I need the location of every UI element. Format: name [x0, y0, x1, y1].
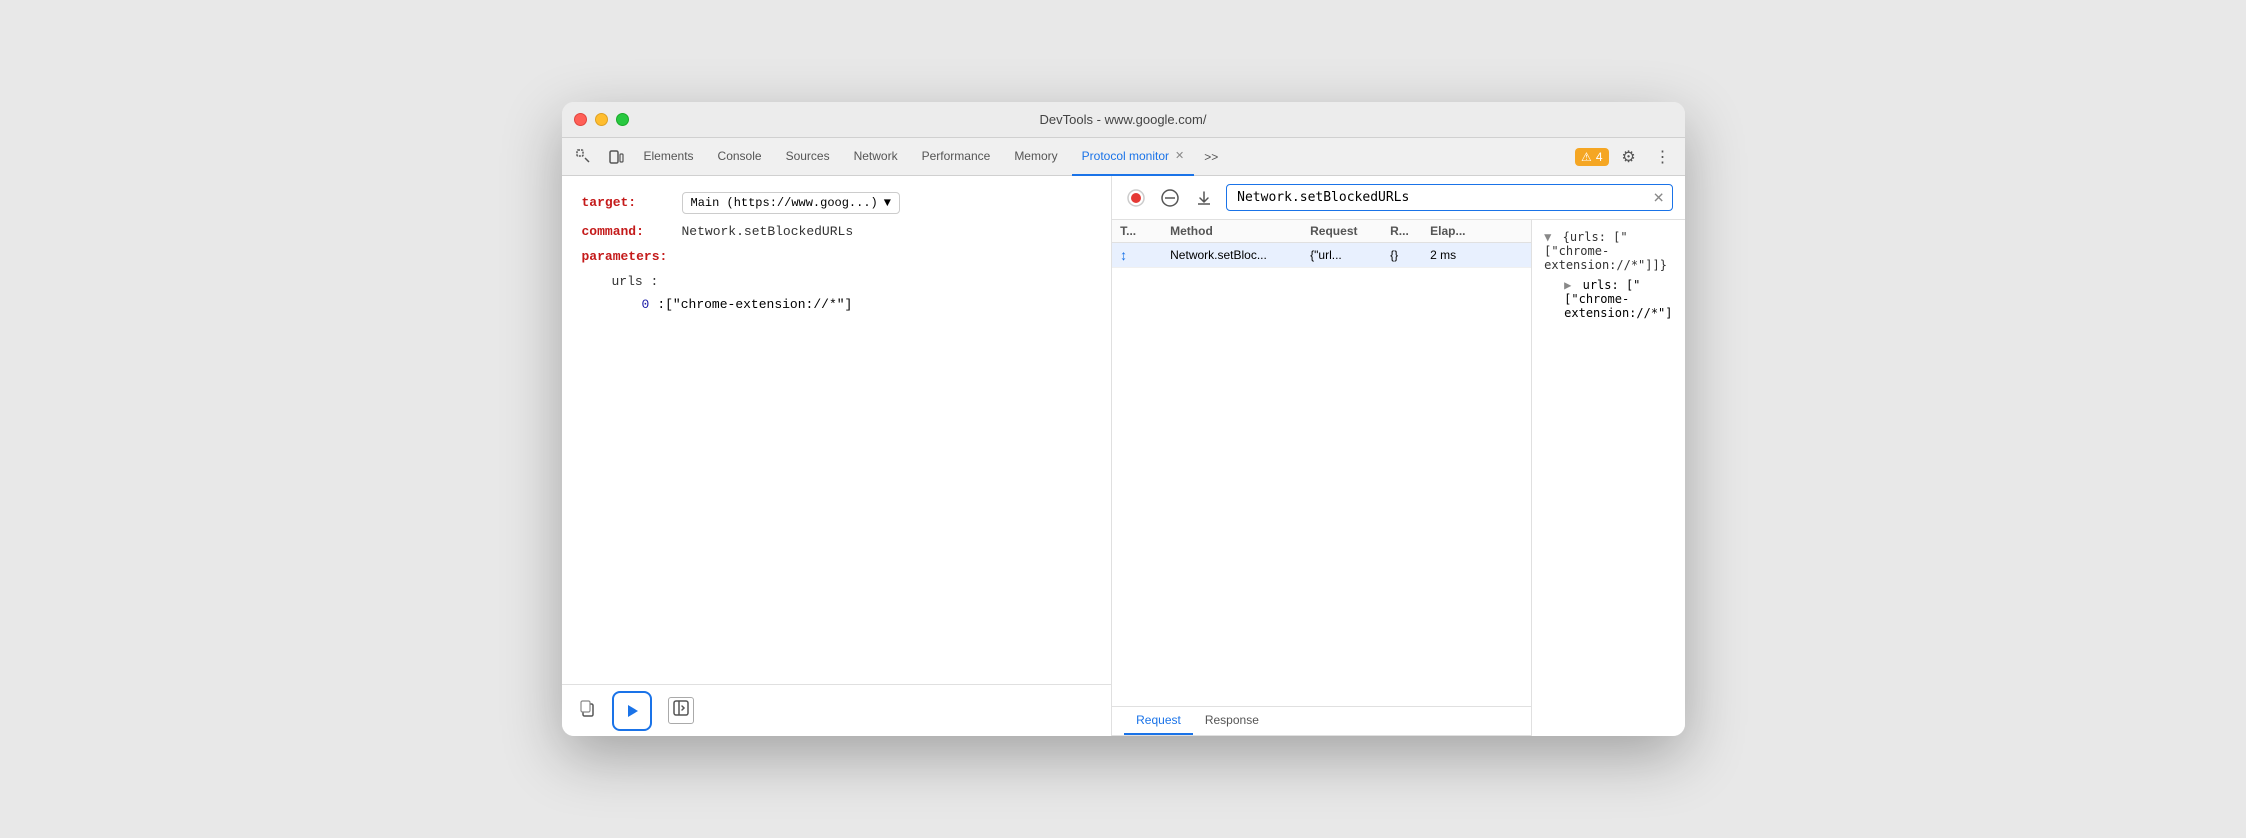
params-section: urls : 0 :["chrome-extension://*"] [582, 274, 1092, 312]
command-search-input[interactable] [1226, 184, 1672, 211]
tab-protocol-monitor[interactable]: Protocol monitor ✕ [1072, 138, 1195, 176]
issue-badge[interactable]: ⚠ 4 [1575, 148, 1608, 166]
urls-row: urls : [612, 274, 1092, 289]
maximize-button[interactable] [616, 113, 629, 126]
row-elapsed: 2 ms [1430, 248, 1490, 262]
tab-close-icon[interactable]: ✕ [1175, 149, 1184, 162]
download-icon[interactable] [1192, 186, 1216, 210]
copy-icon[interactable] [578, 699, 596, 722]
inspect-element-icon[interactable] [570, 143, 598, 171]
tab-memory[interactable]: Memory [1004, 138, 1067, 176]
window-title: DevTools - www.google.com/ [1040, 112, 1207, 127]
index-label: 0 [642, 297, 650, 312]
detail-content-2: urls: ["["chrome-extension://*"] [1564, 278, 1672, 320]
dropdown-arrow-icon: ▼ [884, 196, 891, 210]
table-row[interactable]: ↕ Network.setBloc... {"url... {} 2 ms [1112, 243, 1531, 268]
urls-label: urls : [612, 274, 659, 289]
left-panel-body: target: Main (https://www.goog...) ▼ com… [562, 176, 1112, 684]
search-clear-icon[interactable]: ✕ [1653, 189, 1665, 206]
detail-sub-row: ▶ urls: ["["chrome-extension://*"] [1564, 278, 1672, 320]
right-top-bar: ✕ [1112, 176, 1684, 220]
target-label: target: [582, 195, 682, 210]
title-bar: DevTools - www.google.com/ [562, 102, 1685, 138]
row-arrow-icon: ↕ [1120, 247, 1170, 263]
traffic-lights [574, 113, 629, 126]
index-value: :["chrome-extension://*"] [657, 297, 852, 312]
issue-icon: ⚠ [1581, 150, 1592, 164]
sub-tab-request[interactable]: Request [1124, 707, 1193, 735]
detail-content-1: {urls: ["["chrome-extension://*"]]} [1544, 230, 1667, 272]
search-container: ✕ [1226, 184, 1672, 211]
col-header-r: R... [1390, 224, 1430, 238]
col-header-method: Method [1170, 224, 1310, 238]
table-section: T... Method Request R... Elap... ↕ Netwo… [1112, 220, 1532, 736]
right-panel: ✕ T... Method Request R... Elap... [1112, 176, 1684, 736]
device-toolbar-icon[interactable] [602, 143, 630, 171]
parameters-label: parameters: [582, 249, 682, 264]
row-method: Network.setBloc... [1170, 248, 1310, 262]
issue-count: 4 [1596, 150, 1603, 164]
sub-tab-response[interactable]: Response [1193, 707, 1271, 735]
right-body: T... Method Request R... Elap... ↕ Netwo… [1112, 220, 1684, 736]
clear-icon[interactable] [1158, 186, 1182, 210]
send-button[interactable] [612, 691, 652, 731]
target-value: Main (https://www.goog...) [691, 196, 878, 210]
command-value: Network.setBlockedURLs [682, 224, 1092, 239]
tab-network[interactable]: Network [844, 138, 908, 176]
devtools-window: DevTools - www.google.com/ Elements Cons… [562, 102, 1685, 736]
col-header-t: T... [1120, 224, 1170, 238]
toolbar-right: ⚠ 4 ⚙ ⋮ [1575, 143, 1676, 171]
command-row: command: Network.setBlockedURLs [582, 224, 1092, 239]
target-row: target: Main (https://www.goog...) ▼ [582, 192, 1092, 214]
index-row: 0 :["chrome-extension://*"] [642, 297, 1092, 312]
close-button[interactable] [574, 113, 587, 126]
tab-elements[interactable]: Elements [634, 138, 704, 176]
settings-icon[interactable]: ⚙ [1615, 143, 1643, 171]
tab-performance[interactable]: Performance [912, 138, 1001, 176]
right-sub-tabs: Request Response [1112, 707, 1531, 736]
more-options-icon[interactable]: ⋮ [1649, 143, 1677, 171]
minimize-button[interactable] [595, 113, 608, 126]
tab-console[interactable]: Console [708, 138, 772, 176]
expand-sub-icon[interactable]: ▶ [1564, 278, 1571, 292]
left-panel: target: Main (https://www.goog...) ▼ com… [562, 176, 1113, 736]
stop-recording-icon[interactable] [1124, 186, 1148, 210]
col-header-request: Request [1310, 224, 1390, 238]
detail-line-1: ▼ {urls: ["["chrome-extension://*"]]} [1544, 230, 1672, 272]
target-select[interactable]: Main (https://www.goog...) ▼ [682, 192, 900, 214]
detail-section: ▼ {urls: ["["chrome-extension://*"]]} ▶ … [1532, 220, 1684, 736]
table-header: T... Method Request R... Elap... [1112, 220, 1531, 243]
expand-icon[interactable]: ▼ [1544, 230, 1551, 244]
more-tabs-button[interactable]: >> [1198, 150, 1224, 164]
col-header-elapsed: Elap... [1430, 224, 1490, 238]
devtools-toolbar: Elements Console Sources Network Perform… [562, 138, 1685, 176]
collapse-icon[interactable] [668, 697, 694, 724]
left-panel-footer [562, 684, 1112, 736]
tab-sources[interactable]: Sources [776, 138, 840, 176]
command-label: command: [582, 224, 682, 239]
main-content: target: Main (https://www.goog...) ▼ com… [562, 176, 1685, 736]
row-request: {"url... [1310, 248, 1390, 262]
parameters-row: parameters: [582, 249, 1092, 264]
row-r: {} [1390, 248, 1430, 262]
